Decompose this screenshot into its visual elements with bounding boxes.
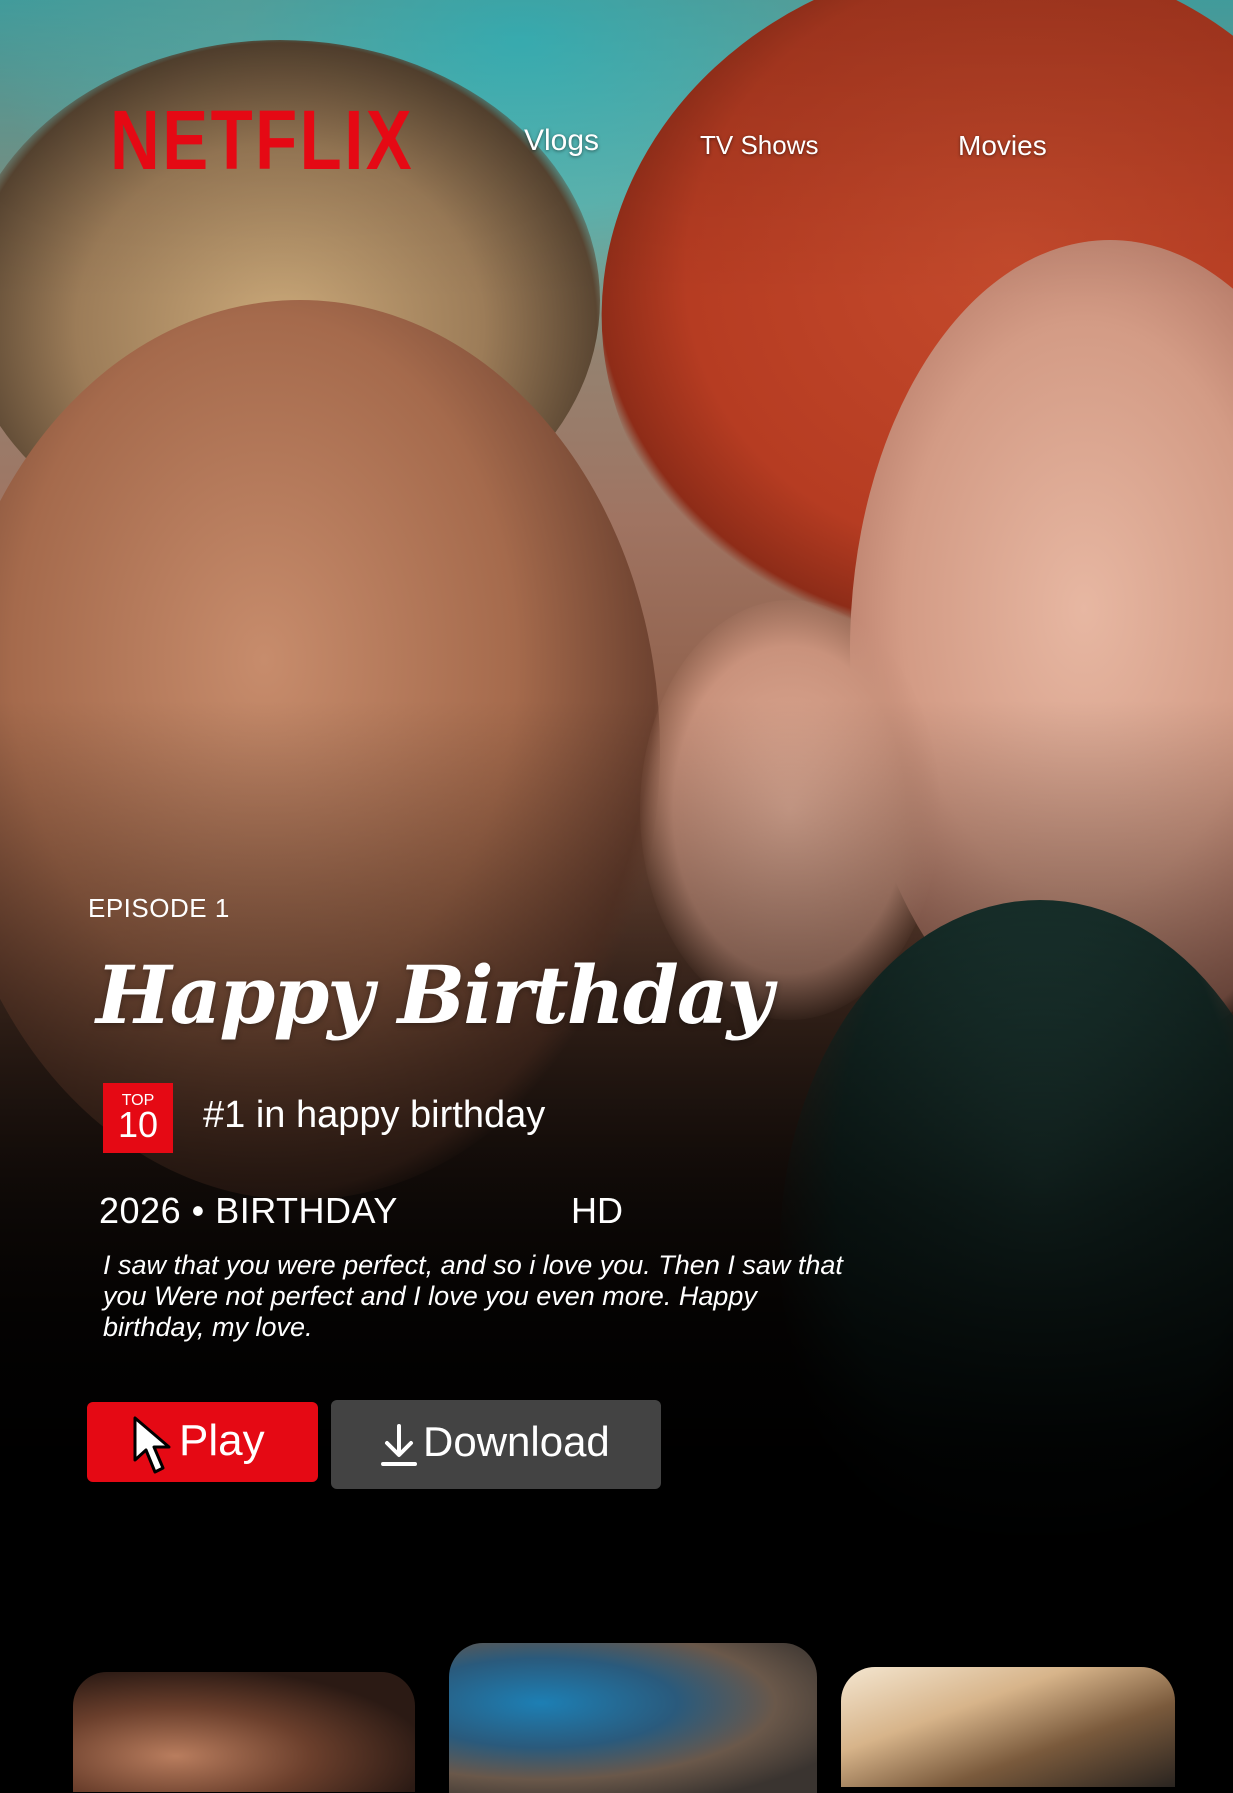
description: I saw that you were perfect, and so i lo… [103, 1250, 843, 1342]
download-icon [381, 1424, 417, 1466]
feature-title: Happy Birthday [96, 948, 773, 1042]
episode-label: EPISODE 1 [88, 893, 230, 923]
thumbnail-card-1[interactable] [73, 1672, 415, 1792]
rank-text: #1 in happy birthday [203, 1094, 546, 1136]
meta-info: 2026 • BIRTHDAY [99, 1190, 398, 1231]
play-button-label: Play [179, 1416, 265, 1465]
nav-vlogs[interactable]: Vlogs [524, 124, 599, 158]
thumbnail-card-3[interactable] [841, 1667, 1175, 1787]
hero-background-photo [0, 0, 1233, 1764]
nav-tv-shows[interactable]: TV Shows [700, 130, 819, 161]
thumbnail-card-2[interactable] [449, 1643, 817, 1793]
hero-gradient-overlay [0, 0, 1233, 1764]
cursor-arrow-icon [133, 1416, 171, 1474]
nav-movies[interactable]: Movies [958, 130, 1047, 162]
download-button[interactable]: Download [331, 1400, 661, 1489]
netflix-logo[interactable]: NETFLIX [110, 98, 414, 182]
play-button[interactable]: Play [87, 1402, 318, 1482]
top10-badge: TOP 10 [103, 1083, 173, 1153]
quality-badge: HD [571, 1190, 623, 1231]
download-button-label: Download [423, 1418, 610, 1465]
top10-badge-number: 10 [117, 1104, 159, 1145]
